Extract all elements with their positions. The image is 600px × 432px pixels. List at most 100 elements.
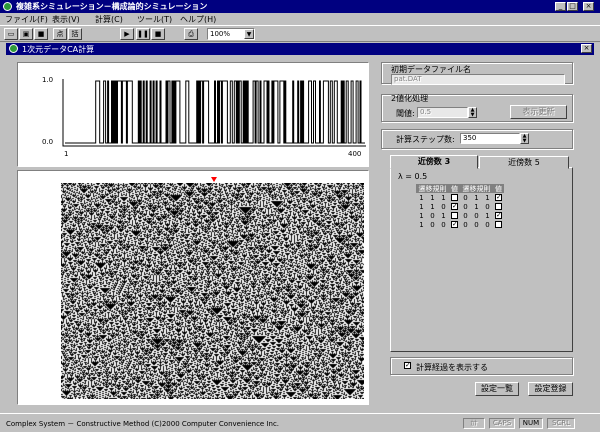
rule-value-checkbox[interactable]	[451, 194, 458, 201]
rule-header-right: 遷移規則	[462, 184, 491, 193]
tab-neighbors-3[interactable]: 近傍数 3	[390, 155, 478, 169]
steps-label: 計算ステップ数:	[396, 135, 455, 144]
menu-calc[interactable]: 計算(C)	[95, 14, 123, 25]
app-icon	[3, 2, 12, 11]
pause-icon[interactable]: ❚❚	[136, 28, 150, 40]
steps-value: 350	[463, 134, 477, 142]
caps-indicator: CAPS	[489, 418, 515, 429]
menu-view[interactable]: 表示(V)	[52, 14, 80, 25]
table-row: 1 1 0 0 1 0	[416, 202, 504, 211]
scrl-indicator: SCRL	[547, 418, 575, 429]
rule-header-left: 遷移規則	[418, 184, 447, 193]
steps-input[interactable]: 350	[460, 133, 520, 144]
save-icon[interactable]: ■	[34, 28, 48, 40]
steps-spinner[interactable]: ▲ ▼	[520, 133, 529, 144]
menu-bar: ファイル(F) 表示(V) 計算(C) ツール(T) ヘルプ(H)	[0, 13, 600, 25]
settings-register-button[interactable]: 設定登録	[528, 382, 573, 396]
value-header-left: 値	[451, 184, 458, 193]
ca-visualization-panel	[17, 170, 369, 405]
initial-file-field[interactable]: pat.DAT	[391, 74, 565, 85]
status-text: Complex System － Constructive Method (C)…	[6, 420, 280, 428]
rule-bit: 0	[463, 220, 468, 229]
value-header-right: 値	[495, 184, 502, 193]
show-progress-checkbox[interactable]	[404, 361, 411, 369]
child-window-title: 1次元データCA計算	[22, 45, 95, 54]
table-row: 1 0 1 0 0 1	[416, 211, 504, 220]
zoom-select[interactable]: 100% ▼	[207, 28, 255, 40]
binarize-label: 2値化処理	[391, 94, 429, 103]
app-title: 複雑系シミュレーション－構成論的シミュレーション	[16, 2, 208, 11]
rule-bit: 1	[485, 193, 490, 202]
toolbar: ▭ ▣ ■ 点 括 ▶ ❚❚ ■ ⎙ 100% ▼	[0, 25, 600, 42]
rule-bit: 1	[474, 202, 479, 211]
child-window-title-bar[interactable]: 1次元データCA計算 ×	[6, 43, 594, 55]
show-update-button[interactable]: 表示更新	[510, 105, 567, 119]
show-progress-label: 計算経過を表示する	[416, 363, 488, 372]
open-file-icon[interactable]: ▣	[19, 28, 33, 40]
rule-bit: 1	[419, 211, 424, 220]
play-icon[interactable]: ▶	[120, 28, 134, 40]
app-title-bar[interactable]: 複雑系シミュレーション－構成論的シミュレーション _ □ ×	[0, 0, 600, 13]
batch-button[interactable]: 括	[68, 28, 82, 40]
rule-value-checkbox[interactable]	[495, 203, 502, 210]
rule-bit: 0	[441, 220, 446, 229]
table-row: 1 1 1 0 1 1	[416, 193, 504, 202]
rule-bit: 1	[474, 193, 479, 202]
rule-bit: 1	[419, 193, 424, 202]
rule-bit: 0	[485, 202, 490, 211]
print-icon[interactable]: ⎙	[184, 28, 198, 40]
lambda-label: λ = 0.5	[398, 172, 428, 181]
rule-bit: 1	[419, 220, 424, 229]
rule-bit: 0	[430, 220, 435, 229]
menu-help[interactable]: ヘルプ(H)	[180, 14, 216, 25]
transition-rule-table: 遷移規則 値 遷移規則 値 1 1 1 0 1 1 1 1 0 0 1 0 1 …	[416, 184, 504, 229]
rule-bit: 0	[430, 211, 435, 220]
menu-tools[interactable]: ツール(T)	[137, 14, 172, 25]
rule-bit: 0	[463, 211, 468, 220]
current-position-marker[interactable]	[211, 177, 217, 182]
rule-bit: 0	[463, 193, 468, 202]
rule-bit: 0	[485, 220, 490, 229]
rule-bit: 1	[441, 211, 446, 220]
child-close-button[interactable]: ×	[581, 44, 592, 53]
rule-bit: 1	[430, 193, 435, 202]
rule-bit: 0	[463, 202, 468, 211]
rule-value-checkbox[interactable]	[451, 212, 458, 219]
num-indicator: NUM	[519, 418, 543, 429]
new-file-icon[interactable]: ▭	[4, 28, 18, 40]
rule-bit: 1	[441, 193, 446, 202]
settings-list-button[interactable]: 設定一覧	[475, 382, 519, 396]
status-bar: Complex System － Constructive Method (C)…	[0, 413, 600, 432]
table-row: 1 0 0 0 0 0	[416, 220, 504, 229]
point-button[interactable]: 点	[53, 28, 67, 40]
threshold-input[interactable]: 0.5	[417, 107, 468, 118]
pulse-plot	[62, 79, 366, 147]
rule-value-checkbox[interactable]	[451, 202, 458, 210]
zoom-value: 100%	[210, 30, 231, 38]
rule-value-checkbox[interactable]	[495, 211, 502, 219]
maximize-button[interactable]: □	[567, 2, 578, 11]
chevron-down-icon[interactable]: ▼	[244, 29, 254, 39]
rule-value-checkbox[interactable]	[495, 193, 502, 201]
child-window-icon	[9, 44, 18, 53]
kana-indicator: ｶﾅ	[463, 418, 485, 429]
threshold-label: 閾値:	[396, 109, 415, 118]
minimize-button[interactable]: _	[555, 2, 566, 11]
threshold-spinner[interactable]: ▲ ▼	[468, 107, 477, 118]
rule-bit: 0	[441, 202, 446, 211]
rule-value-checkbox[interactable]	[495, 221, 502, 228]
rule-bit: 1	[485, 211, 490, 220]
rule-bit: 0	[474, 220, 479, 229]
initial-data-graph: 1.0 0.0 1 400	[17, 62, 369, 167]
initial-file-value: pat.DAT	[394, 75, 422, 83]
tab-neighbors-5[interactable]: 近傍数 5	[479, 156, 569, 169]
rule-bit: 0	[474, 211, 479, 220]
ca-pattern-canvas	[61, 183, 364, 399]
close-button[interactable]: ×	[583, 2, 594, 11]
menu-file[interactable]: ファイル(F)	[5, 14, 48, 25]
stop-icon[interactable]: ■	[151, 28, 165, 40]
rule-bit: 1	[419, 202, 424, 211]
rule-value-checkbox[interactable]	[451, 220, 458, 228]
threshold-value: 0.5	[420, 108, 432, 116]
rule-bit: 1	[430, 202, 435, 211]
